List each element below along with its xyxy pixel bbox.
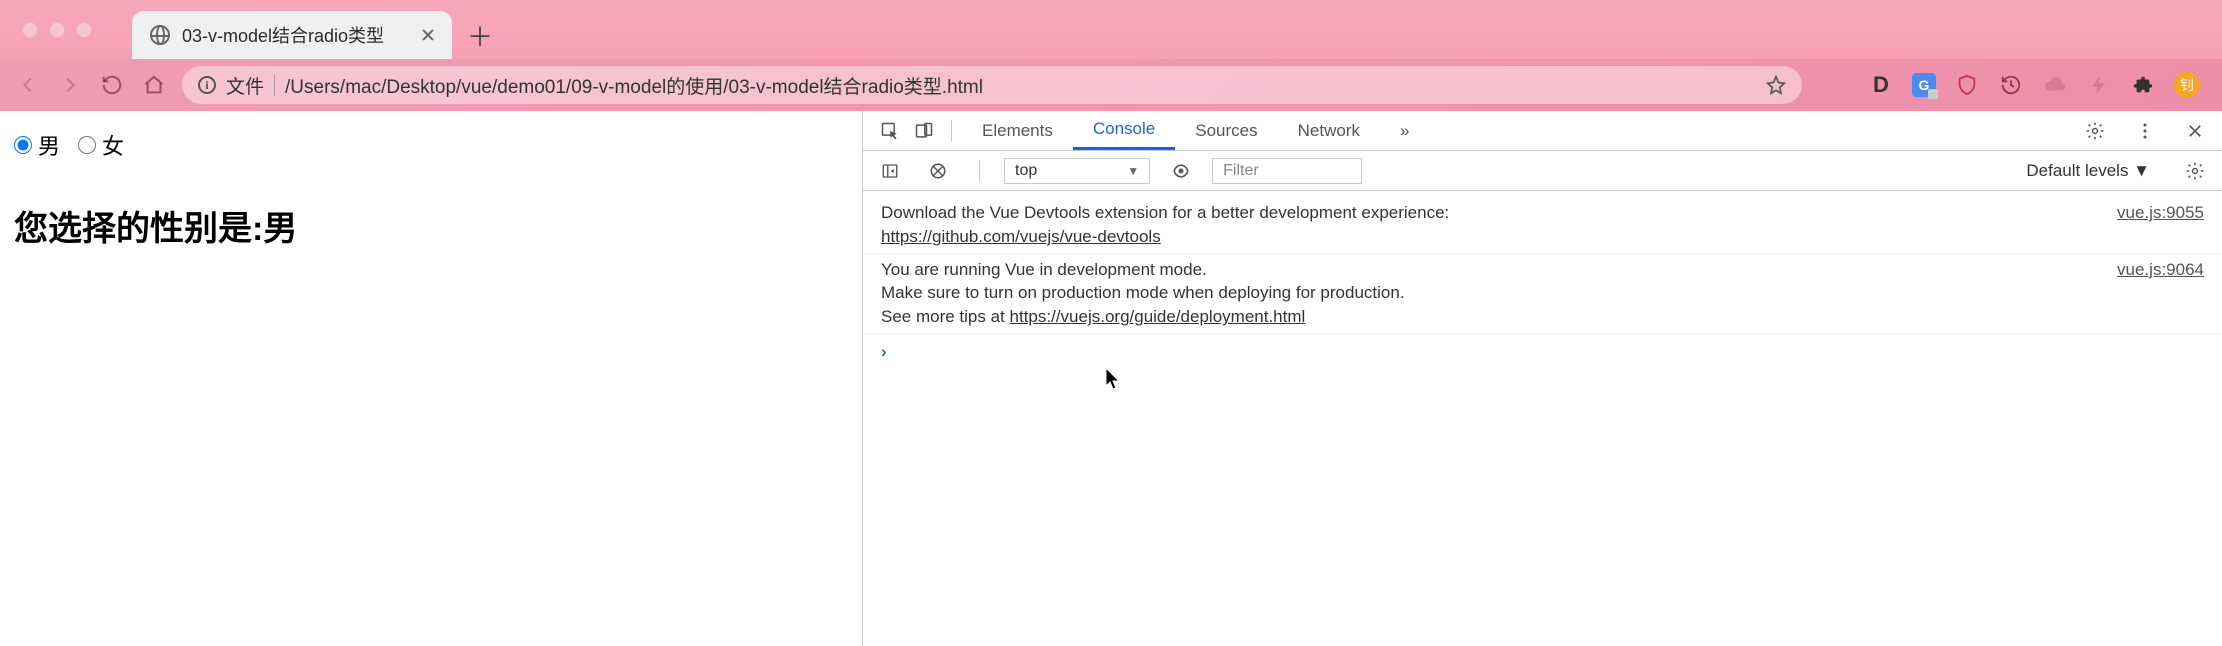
tab-sources[interactable]: Sources (1175, 111, 1277, 150)
devtools-settings-icon[interactable] (2078, 114, 2112, 148)
separator (274, 74, 275, 96)
tab-network[interactable]: Network (1278, 111, 1380, 150)
home-button[interactable] (140, 71, 168, 99)
globe-icon (150, 25, 170, 45)
log-levels-selector[interactable]: Default levels ▼ (2026, 161, 2150, 181)
mouse-cursor-icon (1105, 367, 1123, 391)
extension-d-icon[interactable]: D (1868, 72, 1894, 98)
chevron-down-icon: ▼ (1127, 164, 1139, 178)
minimize-window-icon[interactable] (49, 22, 65, 38)
qr-icon[interactable] (1824, 72, 1850, 98)
traffic-lights (0, 22, 92, 38)
tab-title: 03-v-model结合radio类型 (182, 22, 384, 48)
tab-more[interactable]: » (1380, 111, 1429, 150)
console-settings-icon[interactable] (2178, 154, 2212, 188)
log-source[interactable]: vue.js:9064 (2097, 258, 2204, 329)
radio-female-label: 女 (102, 129, 124, 161)
extension-icons: D G 钊 (1816, 72, 2208, 98)
separator (951, 120, 952, 142)
bookmark-star-icon[interactable] (1766, 75, 1786, 95)
separator (979, 160, 980, 182)
shield-icon[interactable] (1954, 72, 1980, 98)
radio-male-input[interactable] (14, 136, 32, 154)
console-sidebar-toggle-icon[interactable] (873, 154, 907, 188)
log-link[interactable]: https://vuejs.org/guide/deployment.html (1010, 307, 1306, 326)
back-button[interactable] (14, 71, 42, 99)
bolt-icon[interactable] (2086, 72, 2112, 98)
result-heading: 您选择的性别是:男 (14, 201, 848, 250)
address-bar[interactable]: i 文件 /Users/mac/Desktop/vue/demo01/09-v-… (182, 66, 1802, 104)
browser-tab-active[interactable]: 03-v-model结合radio类型 (132, 11, 452, 59)
extensions-puzzle-icon[interactable] (2130, 72, 2156, 98)
history-icon[interactable] (1998, 72, 2024, 98)
inspect-element-icon[interactable] (873, 114, 907, 148)
context-selector[interactable]: top ▼ (1004, 158, 1150, 184)
tab-console[interactable]: Console (1073, 111, 1175, 150)
console-log-entry: Download the Vue Devtools extension for … (863, 197, 2222, 254)
console-prompt[interactable]: › (863, 334, 2222, 370)
log-message: You are running Vue in development mode.… (881, 258, 2097, 329)
console-log-entry: You are running Vue in development mode.… (863, 254, 2222, 334)
close-tab-icon[interactable] (420, 27, 436, 43)
forward-button[interactable] (56, 71, 84, 99)
context-value: top (1015, 162, 1037, 180)
maximize-window-icon[interactable] (76, 22, 92, 38)
tab-elements[interactable]: Elements (962, 111, 1073, 150)
url-scheme-label: 文件 (226, 72, 264, 99)
log-link[interactable]: https://github.com/vuejs/vue-devtools (881, 227, 1161, 246)
device-toolbar-icon[interactable] (907, 114, 941, 148)
radio-male[interactable]: 男 (14, 129, 60, 161)
console-toolbar: top ▼ Filter Default levels ▼ (863, 151, 2222, 191)
radio-male-label: 男 (38, 129, 60, 161)
devtools-close-icon[interactable] (2178, 114, 2212, 148)
console-log-area: Download the Vue Devtools extension for … (863, 191, 2222, 646)
site-info-icon[interactable]: i (198, 76, 216, 94)
log-source[interactable]: vue.js:9055 (2097, 201, 2204, 249)
console-filter-input[interactable]: Filter (1212, 158, 1362, 184)
url-path: /Users/mac/Desktop/vue/demo01/09-v-model… (285, 72, 983, 99)
log-message: Download the Vue Devtools extension for … (881, 201, 2097, 249)
levels-label: Default levels ▼ (2026, 161, 2150, 181)
devtools-panel: Elements Console Sources Network » (862, 111, 2222, 646)
reload-button[interactable] (98, 71, 126, 99)
filter-placeholder: Filter (1223, 162, 1259, 180)
browser-toolbar: i 文件 /Users/mac/Desktop/vue/demo01/09-v-… (0, 59, 2222, 111)
google-translate-icon[interactable]: G (1912, 73, 1936, 97)
live-expression-icon[interactable] (1164, 154, 1198, 188)
clear-console-icon[interactable] (921, 154, 955, 188)
devtools-menu-icon[interactable] (2128, 114, 2162, 148)
new-tab-button[interactable]: ＋ (460, 15, 500, 55)
close-window-icon[interactable] (22, 22, 38, 38)
window-title-bar: 03-v-model结合radio类型 ＋ (0, 0, 2222, 59)
profile-avatar[interactable]: 钊 (2174, 72, 2200, 98)
radio-female[interactable]: 女 (78, 129, 124, 161)
radio-female-input[interactable] (78, 136, 96, 154)
browser-tabs: 03-v-model结合radio类型 ＋ (132, 0, 500, 59)
gender-radio-group: 男 女 (14, 129, 848, 161)
devtools-tabs: Elements Console Sources Network » (863, 111, 2222, 151)
page-body: 男 女 您选择的性别是:男 (0, 111, 862, 646)
cloud-icon[interactable] (2042, 72, 2068, 98)
